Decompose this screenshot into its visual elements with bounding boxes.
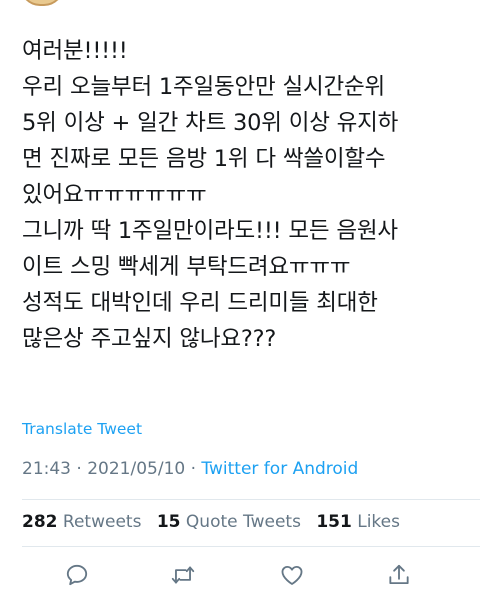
meta-separator: ·	[71, 459, 88, 479]
tweet-line: 이트 스밍 빡세게 부탁드려요ㅠㅠㅠ	[22, 254, 351, 280]
retweet-icon	[171, 566, 195, 584]
divider	[22, 499, 480, 500]
tweet-line: 그니까 딱 1주일만이라도!!! 모든 음원사	[22, 218, 398, 244]
share-icon	[389, 564, 409, 585]
tweet-metadata: 21:43 · 2021/05/10 · Twitter for Android	[22, 459, 358, 479]
reply-button[interactable]	[64, 562, 90, 588]
likes-count: 151	[316, 512, 352, 532]
tweet-line: 있어요ㅠㅠㅠㅠㅠㅠ	[22, 182, 207, 208]
share-button[interactable]	[386, 562, 412, 588]
quote-tweets-stat[interactable]: 15 Quote Tweets	[157, 512, 301, 532]
avatar[interactable]	[20, 0, 64, 6]
meta-separator: ·	[185, 459, 202, 479]
tweet-text: 여러분!!!!! 우리 오늘부터 1주일동안만 실시간순위 5위 이상 + 일간…	[22, 33, 472, 357]
engagement-stats: 282 Retweets 15 Quote Tweets 151 Likes	[22, 512, 410, 532]
tweet-date: 2021/05/10	[87, 459, 186, 479]
tweet-actions-bar	[0, 560, 480, 589]
retweet-button[interactable]	[170, 562, 196, 588]
like-button[interactable]	[279, 562, 305, 588]
tweet-line: 5위 이상 + 일간 차트 30위 이상 유지하	[22, 110, 399, 136]
tweet-line: 우리 오늘부터 1주일동안만 실시간순위	[22, 74, 385, 100]
retweets-label: Retweets	[62, 512, 142, 532]
reply-icon	[66, 564, 88, 586]
quote-tweets-count: 15	[156, 512, 181, 532]
tweet-line: 많은상 주고싶지 않나요???	[22, 326, 277, 352]
likes-stat[interactable]: 151 Likes	[316, 512, 400, 532]
likes-label: Likes	[357, 512, 400, 532]
divider	[22, 546, 480, 547]
translate-tweet-link[interactable]: Translate Tweet	[22, 420, 142, 438]
retweets-count: 282	[22, 512, 58, 532]
retweets-stat[interactable]: 282 Retweets	[22, 512, 141, 532]
tweet-line: 성적도 대박인데 우리 드리미들 최대한	[22, 290, 378, 316]
tweet-line: 면 진짜로 모든 음방 1위 다 싹쓸이할수	[22, 146, 386, 172]
tweet-time: 21:43	[22, 459, 71, 479]
tweet-source-link[interactable]: Twitter for Android	[201, 459, 358, 479]
quote-tweets-label: Quote Tweets	[185, 512, 301, 532]
tweet-line: 여러분!!!!!	[22, 38, 128, 64]
heart-icon	[281, 565, 303, 585]
